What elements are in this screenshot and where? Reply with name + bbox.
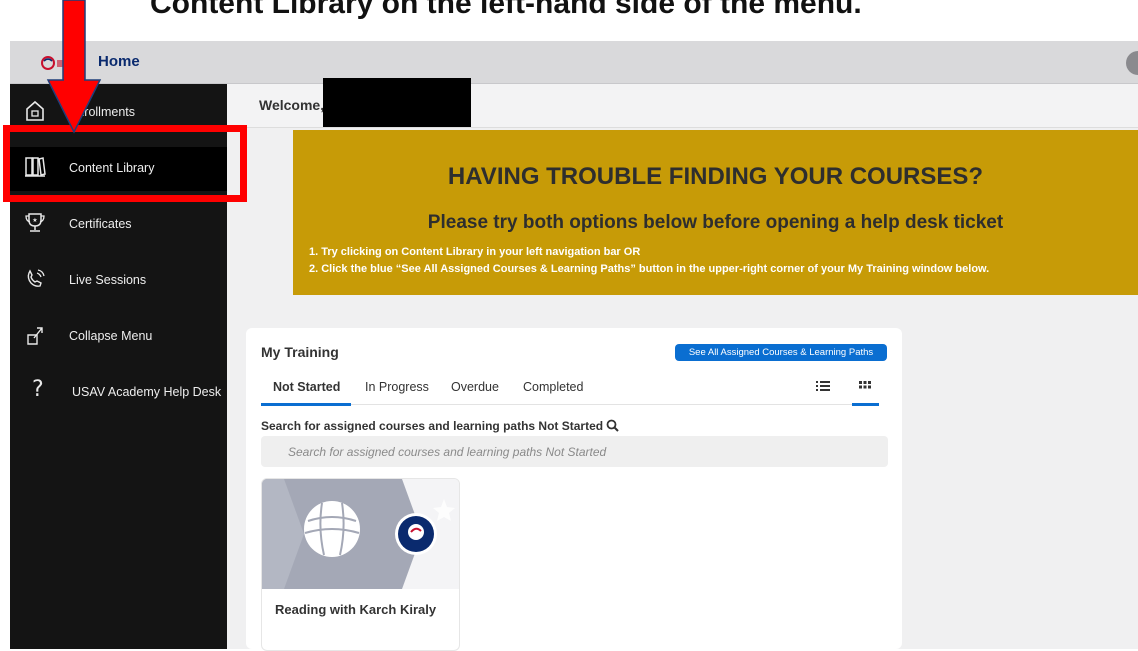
sidebar-item-help-desk[interactable]: ? USAV Academy Help Desk	[10, 371, 227, 415]
page-title: Home	[98, 53, 140, 70]
collapse-icon	[27, 327, 43, 345]
home-icon	[26, 100, 44, 121]
course-thumbnail	[262, 479, 459, 589]
redacted-username	[323, 78, 471, 127]
tab-not-started[interactable]: Not Started	[273, 380, 340, 394]
sidebar-item-label: Live Sessions	[69, 273, 147, 287]
course-title: Reading with Karch Kiraly	[275, 602, 437, 617]
active-view-indicator	[852, 403, 879, 406]
my-training-card: My Training See All Assigned Courses & L…	[246, 328, 902, 651]
sidebar-item-certificates[interactable]: ★ Certificates	[10, 203, 227, 247]
trophy-icon: ★	[25, 213, 45, 232]
course-tile[interactable]: Reading with Karch Kiraly	[261, 478, 460, 651]
avatar[interactable]	[1126, 51, 1138, 75]
sidebar-item-label: Collapse Menu	[69, 329, 153, 343]
help-banner: HAVING TROUBLE FINDING YOUR COURSES? Ple…	[293, 130, 1138, 295]
sidebar-item-collapse-menu[interactable]: Collapse Menu	[10, 315, 227, 359]
live-sessions-icon	[27, 269, 45, 287]
sidebar-item-live-sessions[interactable]: Live Sessions	[10, 259, 227, 303]
active-tab-indicator	[261, 403, 351, 406]
tabs-divider	[261, 404, 878, 405]
tab-completed[interactable]: Completed	[523, 380, 583, 394]
grid-view-icon[interactable]	[856, 377, 874, 395]
sidebar-item-label: USAV Academy Help Desk	[72, 385, 222, 399]
tab-in-progress[interactable]: In Progress	[365, 380, 429, 394]
banner-subheading: Please try both options below before ope…	[427, 212, 1004, 233]
down-arrow-icon	[46, 0, 102, 134]
sidebar-item-label: Certificates	[69, 217, 132, 231]
top-bar: Home	[10, 41, 1138, 84]
tab-overdue[interactable]: Overdue	[451, 380, 499, 394]
search-label-text: Search for assigned courses and learning…	[261, 419, 604, 433]
svg-text:★: ★	[32, 217, 37, 224]
banner-step: 1. Try clicking on Content Library in yo…	[309, 246, 641, 258]
see-all-assigned-button[interactable]: See All Assigned Courses & Learning Path…	[675, 344, 887, 361]
content-library-highlight	[3, 125, 247, 202]
welcome-text: Welcome,	[259, 97, 325, 113]
banner-heading: HAVING TROUBLE FINDING YOUR COURSES?	[447, 163, 984, 190]
banner-step: 2. Click the blue “See All Assigned Cour…	[309, 263, 990, 275]
search-icon[interactable]	[606, 419, 620, 432]
search-label: Search for assigned courses and learning…	[261, 419, 620, 433]
instruction-caption: Content Library on the left-hand side of…	[150, 0, 862, 20]
list-view-icon[interactable]	[814, 377, 832, 395]
search-input[interactable]	[261, 436, 888, 467]
my-training-title: My Training	[261, 344, 339, 360]
help-icon: ?	[32, 377, 44, 402]
